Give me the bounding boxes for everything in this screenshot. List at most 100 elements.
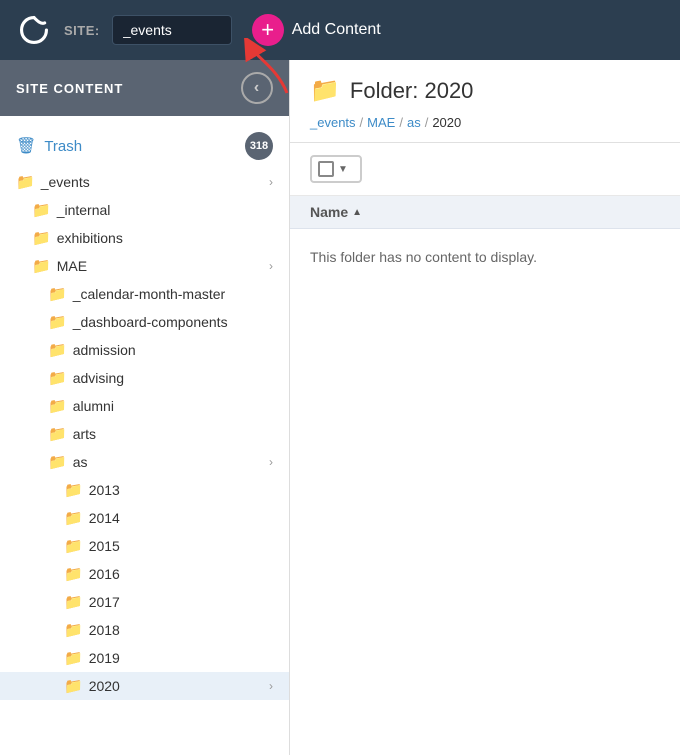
content-header: 📁 Folder: 2020 _events / MAE / as / 2020: [290, 60, 680, 143]
tree-item-2014[interactable]: 📁 2014: [0, 504, 289, 532]
tree-item-label: exhibitions: [57, 230, 273, 246]
select-dropdown[interactable]: ▼: [310, 155, 362, 183]
tree-item-label: advising: [73, 370, 273, 386]
breadcrumb-item: /: [425, 115, 429, 130]
sort-asc-icon: ▲: [352, 207, 362, 218]
tree-item-2013[interactable]: 📁 2013: [0, 476, 289, 504]
sidebar-header: SITE CONTENT ‹: [0, 60, 289, 116]
tree-item-2020[interactable]: 📁 2020 ›: [0, 672, 289, 700]
tree-item-2015[interactable]: 📁 2015: [0, 532, 289, 560]
folder-icon: 📁: [64, 509, 83, 527]
tree-item-calendar-month-master[interactable]: 📁 _calendar-month-master: [0, 280, 289, 308]
sidebar: SITE CONTENT ‹ 🗑 Trash 318 📁 _events › 📁 _in…: [0, 60, 290, 755]
folder-icon: 📁: [64, 649, 83, 667]
checkbox-icon: [318, 161, 334, 177]
folder-icon: 📁: [48, 285, 67, 303]
folder-icon: 📁: [48, 341, 67, 359]
tree-item-events[interactable]: 📁_events›: [0, 168, 289, 196]
folder-icon: 📁: [64, 481, 83, 499]
folder-tree: 📁 _events › 📁 _internal 📁 exhibitions 📁 MAE › 📁 _ca…: [0, 168, 289, 700]
folder-icon: 📁: [64, 537, 83, 555]
breadcrumb-link[interactable]: as: [407, 115, 421, 130]
tree-item-alumni[interactable]: 📁 alumni: [0, 392, 289, 420]
empty-message: This folder has no content to display.: [310, 249, 537, 265]
tree-item-mae[interactable]: 📁 MAE ›: [0, 252, 289, 280]
folder-title-text: Folder: 2020: [350, 78, 474, 104]
tree-item-exhibitions[interactable]: 📁 exhibitions: [0, 224, 289, 252]
folder-icon: 📁: [48, 453, 67, 471]
tree-item-admission[interactable]: 📁 admission: [0, 336, 289, 364]
tree-item-label: 2018: [89, 622, 273, 638]
add-icon: +: [252, 14, 284, 46]
tree-item-label: as: [73, 454, 263, 470]
chevron-right-icon: ›: [269, 455, 273, 469]
main-area: SITE CONTENT ‹ 🗑 Trash 318 📁 _events › 📁 _in…: [0, 60, 680, 755]
trash-count-badge: 318: [245, 132, 273, 160]
add-content-label: Add Content: [292, 21, 381, 39]
content-body: This folder has no content to display.: [290, 229, 680, 285]
folder-icon: 📁: [64, 593, 83, 611]
tree-item-label: 2014: [89, 510, 273, 526]
folder-title-icon: 📁: [310, 76, 340, 105]
tree-item-2019[interactable]: 📁 2019: [0, 644, 289, 672]
folder-icon: 📁: [48, 425, 67, 443]
content-panel: 📁 Folder: 2020 _events / MAE / as / 2020…: [290, 60, 680, 755]
trash-label: Trash: [44, 138, 82, 155]
table-header: Name ▲: [290, 196, 680, 229]
tree-item-label: 2019: [89, 650, 273, 666]
sidebar-content: 🗑 Trash 318 📁 _events › 📁 _internal 📁 exhibiti…: [0, 116, 289, 755]
tree-item-label: _calendar-month-master: [73, 286, 273, 302]
tree-item-2018[interactable]: 📁 2018: [0, 616, 289, 644]
folder-icon: 📁: [32, 229, 51, 247]
tree-item-2016[interactable]: 📁 2016: [0, 560, 289, 588]
tree-item-label: 2016: [89, 566, 273, 582]
trash-item[interactable]: 🗑 Trash 318: [0, 124, 289, 168]
folder-icon: 📁: [32, 257, 51, 275]
name-column-label: Name: [310, 204, 348, 220]
breadcrumb-item: /: [399, 115, 403, 130]
tree-item-label: 2020: [89, 678, 263, 694]
tree-item-label: _dashboard-components: [73, 314, 273, 330]
sidebar-title: SITE CONTENT: [16, 81, 123, 96]
tree-item-as[interactable]: 📁 as ›: [0, 448, 289, 476]
trash-icon: 🗑: [16, 136, 36, 156]
folder-icon: 📁: [64, 565, 83, 583]
tree-item-label: MAE: [57, 258, 263, 274]
site-input[interactable]: [112, 15, 232, 45]
tree-item-advising[interactable]: 📁 advising: [0, 364, 289, 392]
folder-icon: 📁: [16, 173, 35, 191]
content-toolbar: ▼: [290, 143, 680, 196]
add-content-button[interactable]: + Add Content: [252, 14, 381, 46]
folder-icon: 📁: [48, 397, 67, 415]
tree-item-dashboard-components[interactable]: 📁 _dashboard-components: [0, 308, 289, 336]
breadcrumb-link[interactable]: MAE: [367, 115, 395, 130]
folder-icon: 📁: [64, 621, 83, 639]
trash-item-left: 🗑 Trash: [16, 136, 82, 156]
breadcrumb: _events / MAE / as / 2020: [310, 115, 660, 130]
tree-item-label: _events: [41, 174, 263, 190]
folder-icon: 📁: [48, 313, 67, 331]
tree-item-label: alumni: [73, 398, 273, 414]
tree-item-label: admission: [73, 342, 273, 358]
tree-item-arts[interactable]: 📁arts: [0, 420, 289, 448]
folder-icon: 📁: [32, 201, 51, 219]
tree-item-2017[interactable]: 📁 2017: [0, 588, 289, 616]
tree-item-internal[interactable]: 📁 _internal: [0, 196, 289, 224]
tree-item-label: 2017: [89, 594, 273, 610]
app-logo: [16, 12, 52, 48]
breadcrumb-item: 2020: [432, 115, 461, 130]
breadcrumb-item: /: [360, 115, 364, 130]
folder-title-row: 📁 Folder: 2020: [310, 76, 660, 105]
name-column-header[interactable]: Name ▲: [310, 204, 362, 220]
breadcrumb-link[interactable]: _events: [310, 115, 356, 130]
tree-item-label: 2015: [89, 538, 273, 554]
chevron-right-icon: ›: [269, 259, 273, 273]
tree-item-label: _internal: [57, 202, 273, 218]
folder-icon: 📁: [48, 369, 67, 387]
folder-icon: 📁: [64, 677, 83, 695]
chevron-down-icon: ▼: [338, 164, 348, 175]
sidebar-back-button[interactable]: ‹: [241, 72, 273, 104]
site-label: SITE:: [64, 23, 100, 38]
chevron-right-icon: ›: [269, 679, 273, 693]
tree-item-label: 2013: [89, 482, 273, 498]
